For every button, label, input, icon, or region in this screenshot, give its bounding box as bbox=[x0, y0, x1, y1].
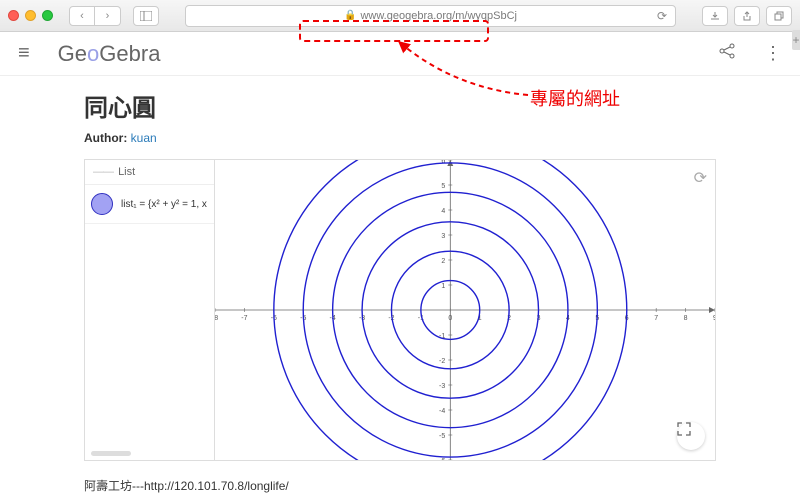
svg-text:-4: -4 bbox=[439, 408, 445, 415]
svg-text:9: 9 bbox=[713, 315, 715, 322]
close-window-button[interactable] bbox=[8, 10, 19, 21]
menu-icon[interactable]: ≡ bbox=[18, 42, 30, 65]
share-page-icon[interactable] bbox=[718, 42, 736, 65]
svg-text:-8: -8 bbox=[215, 315, 218, 322]
svg-text:-5: -5 bbox=[439, 433, 445, 440]
page-content: 同心圓 Author: kuan — — List list₁ = {x² + … bbox=[0, 76, 800, 494]
share-button[interactable] bbox=[734, 6, 760, 26]
share-icon bbox=[718, 42, 736, 60]
svg-text:5: 5 bbox=[441, 183, 445, 190]
logo-part: Gebra bbox=[99, 41, 160, 66]
sidebar-icon bbox=[140, 11, 152, 21]
svg-text:2: 2 bbox=[441, 258, 445, 265]
svg-text:-6: -6 bbox=[439, 458, 445, 460]
svg-text:4: 4 bbox=[441, 208, 445, 215]
logo-part: Ge bbox=[58, 41, 87, 66]
toolbar-right bbox=[702, 6, 792, 26]
list-item[interactable]: list₁ = {x² + y² = 1, x… bbox=[85, 185, 214, 224]
tabs-icon bbox=[774, 11, 784, 21]
tab-handle-icon[interactable]: — — bbox=[93, 166, 112, 178]
download-icon bbox=[710, 11, 720, 21]
back-button[interactable]: ‹ bbox=[69, 6, 95, 26]
svg-text:0: 0 bbox=[448, 315, 452, 322]
horizontal-scrollbar[interactable] bbox=[91, 451, 131, 456]
svg-text:-7: -7 bbox=[241, 315, 247, 322]
object-swatch-icon[interactable] bbox=[91, 193, 113, 215]
author-line: Author: kuan bbox=[84, 131, 716, 145]
geogebra-applet: — — List list₁ = {x² + y² = 1, x… ⟳ -8 -7… bbox=[84, 159, 716, 461]
tab-list[interactable]: List bbox=[118, 166, 135, 178]
geogebra-logo[interactable]: GeoGebra bbox=[58, 41, 161, 67]
svg-text:1: 1 bbox=[441, 283, 445, 290]
reset-view-icon[interactable]: ⟳ bbox=[694, 168, 707, 188]
downloads-button[interactable] bbox=[702, 6, 728, 26]
nav-buttons: ‹ › bbox=[69, 6, 121, 26]
fullscreen-button[interactable] bbox=[677, 422, 705, 450]
coordinate-plot: -8-7-6-5-4-3-2-10123456789-6-5-4-3-2-112… bbox=[215, 160, 715, 460]
tabs-button[interactable] bbox=[766, 6, 792, 26]
url-text: www.geogebra.org/m/wyqpSbCj bbox=[360, 10, 517, 22]
algebra-panel: — — List list₁ = {x² + y² = 1, x… bbox=[85, 160, 215, 460]
page-title: 同心圓 bbox=[84, 88, 716, 123]
more-menu-icon[interactable]: ⋮ bbox=[764, 43, 782, 64]
footer-text: 阿壽工坊---http://120.101.70.8/longlife/ bbox=[84, 477, 716, 494]
sidebar-button[interactable] bbox=[133, 6, 159, 26]
panel-tabs: — — List bbox=[85, 160, 214, 185]
address-bar[interactable]: 🔒 www.geogebra.org/m/wyqpSbCj ⟳ bbox=[185, 5, 676, 27]
new-tab-button[interactable]: + bbox=[792, 30, 800, 50]
minimize-window-button[interactable] bbox=[25, 10, 36, 21]
forward-button[interactable]: › bbox=[95, 6, 121, 26]
app-header: ≡ GeoGebra ⋮ bbox=[0, 32, 800, 76]
graphics-view[interactable]: ⟳ -8-7-6-5-4-3-2-10123456789-6-5-4-3-2-1… bbox=[215, 160, 715, 460]
fullscreen-icon bbox=[677, 422, 705, 450]
maximize-window-button[interactable] bbox=[42, 10, 53, 21]
svg-text:-3: -3 bbox=[439, 383, 445, 390]
lock-icon: 🔒 bbox=[344, 10, 356, 21]
share-icon bbox=[742, 11, 752, 21]
svg-text:3: 3 bbox=[441, 233, 445, 240]
logo-part: o bbox=[87, 41, 99, 66]
svg-text:7: 7 bbox=[654, 315, 658, 322]
reload-icon[interactable]: ⟳ bbox=[657, 9, 667, 23]
author-link[interactable]: kuan bbox=[131, 131, 157, 145]
object-formula: list₁ = {x² + y² = 1, x… bbox=[121, 199, 208, 210]
browser-toolbar: ‹ › 🔒 www.geogebra.org/m/wyqpSbCj ⟳ bbox=[0, 0, 800, 32]
annotation-label: 專屬的網址 bbox=[530, 85, 620, 111]
author-label: Author: bbox=[84, 131, 127, 145]
window-controls bbox=[8, 10, 53, 21]
svg-text:-2: -2 bbox=[439, 358, 445, 365]
svg-text:8: 8 bbox=[684, 315, 688, 322]
